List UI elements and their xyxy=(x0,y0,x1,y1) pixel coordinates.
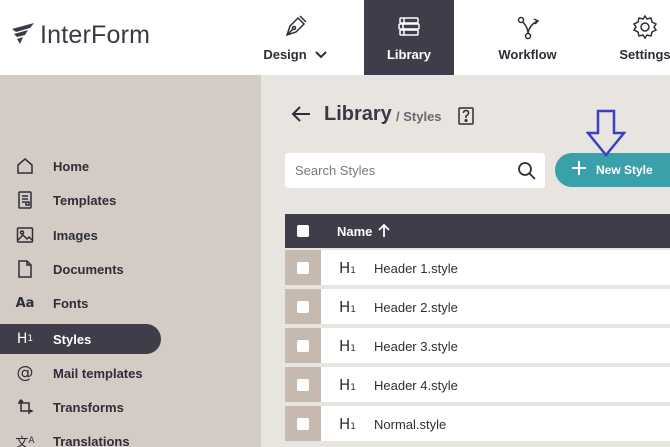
heading-icon: H1 xyxy=(16,331,34,347)
row-name: Header 3.style xyxy=(374,339,458,354)
home-icon xyxy=(15,156,35,176)
sidebar-item-label: Mail templates xyxy=(53,365,143,381)
table-row[interactable]: H1 Normal.style xyxy=(285,406,670,441)
breadcrumb: / Styles xyxy=(396,109,442,124)
nav-settings[interactable]: Settings xyxy=(605,0,670,75)
sidebar-item-images[interactable]: Images xyxy=(0,220,161,250)
pen-nib-icon xyxy=(281,13,309,41)
sidebar-item-home[interactable]: Home xyxy=(0,151,161,181)
page-title: Library xyxy=(324,103,392,125)
column-name-header[interactable]: Name xyxy=(337,224,391,239)
main-content: Library / Styles Search Styles New Style… xyxy=(261,75,670,447)
row-name: Header 1.style xyxy=(374,261,458,276)
sidebar-item-styles[interactable]: H1 Styles xyxy=(0,324,161,354)
sidebar-item-mail-templates[interactable]: @ Mail templates xyxy=(0,358,161,388)
document-icon xyxy=(15,259,35,279)
search-icon[interactable] xyxy=(517,161,537,186)
transform-icon xyxy=(15,397,35,417)
sidebar-item-label: Fonts xyxy=(53,295,89,311)
table-header: Name xyxy=(285,214,670,248)
heading-icon: H1 xyxy=(339,259,357,277)
top-bar: InterForm Design Library Workflow Settin… xyxy=(0,0,670,75)
sidebar-item-label: Images xyxy=(53,227,98,243)
app-logo[interactable]: InterForm xyxy=(10,20,150,51)
gear-icon xyxy=(631,13,659,41)
chevron-down-icon xyxy=(314,50,327,59)
row-checkbox[interactable] xyxy=(297,261,309,274)
logo-icon xyxy=(10,20,36,51)
table-row[interactable]: H1 Header 2.style xyxy=(285,289,670,324)
table-row[interactable]: H1 Header 1.style xyxy=(285,250,670,285)
row-name: Normal.style xyxy=(374,417,447,432)
plus-icon xyxy=(571,160,587,181)
heading-icon: H1 xyxy=(339,298,357,316)
heading-icon: H1 xyxy=(339,376,357,394)
sidebar: Home Templates Images Documents Aa Fonts… xyxy=(0,75,261,447)
table-row[interactable]: H1 Header 3.style xyxy=(285,328,670,363)
sidebar-item-documents[interactable]: Documents xyxy=(0,254,161,284)
brand-name: InterForm xyxy=(40,21,151,49)
template-icon xyxy=(15,190,35,210)
annotation-arrow-down-icon xyxy=(585,109,627,162)
nav-library-label: Library xyxy=(386,47,432,62)
sidebar-item-translations[interactable]: 文A Translations xyxy=(0,426,161,447)
heading-icon: H1 xyxy=(339,337,357,355)
sidebar-item-label: Transforms xyxy=(53,399,124,415)
sidebar-item-label: Templates xyxy=(53,192,117,208)
sidebar-item-label: Home xyxy=(53,158,90,174)
sidebar-item-templates[interactable]: Templates xyxy=(0,185,161,215)
row-checkbox[interactable] xyxy=(297,417,309,430)
sidebar-item-label: Styles xyxy=(53,331,92,347)
new-style-label: New Style xyxy=(596,163,653,177)
search-input[interactable]: Search Styles xyxy=(285,153,545,188)
row-checkbox[interactable] xyxy=(297,339,309,352)
sidebar-item-transforms[interactable]: Transforms xyxy=(0,392,161,422)
nav-library[interactable]: Library xyxy=(364,0,454,75)
nav-workflow[interactable]: Workflow xyxy=(480,0,575,75)
table-row[interactable]: H1 Header 4.style xyxy=(285,367,670,402)
row-checkbox[interactable] xyxy=(297,378,309,391)
nav-settings-label: Settings xyxy=(619,47,670,62)
row-checkbox[interactable] xyxy=(297,300,309,313)
nav-workflow-label: Workflow xyxy=(498,47,557,62)
row-name: Header 4.style xyxy=(374,378,458,393)
at-icon: @ xyxy=(16,363,34,383)
sidebar-item-label: Translations xyxy=(53,433,130,447)
translate-icon: 文A xyxy=(15,435,35,447)
sidebar-item-fonts[interactable]: Aa Fonts xyxy=(0,288,161,318)
select-all-checkbox[interactable] xyxy=(297,225,309,237)
arrow-up-icon xyxy=(378,224,391,238)
row-name: Header 2.style xyxy=(374,300,458,315)
sidebar-item-label: Documents xyxy=(53,261,124,277)
books-icon xyxy=(395,13,423,41)
workflow-icon xyxy=(514,13,542,41)
nav-design[interactable]: Design xyxy=(240,0,350,75)
help-icon[interactable] xyxy=(458,107,474,130)
heading-icon: H1 xyxy=(339,415,357,433)
arrow-left-icon[interactable] xyxy=(291,105,311,128)
font-icon: Aa xyxy=(15,295,35,311)
nav-design-label: Design xyxy=(263,47,307,62)
search-placeholder: Search Styles xyxy=(295,163,376,178)
image-icon xyxy=(15,225,35,245)
